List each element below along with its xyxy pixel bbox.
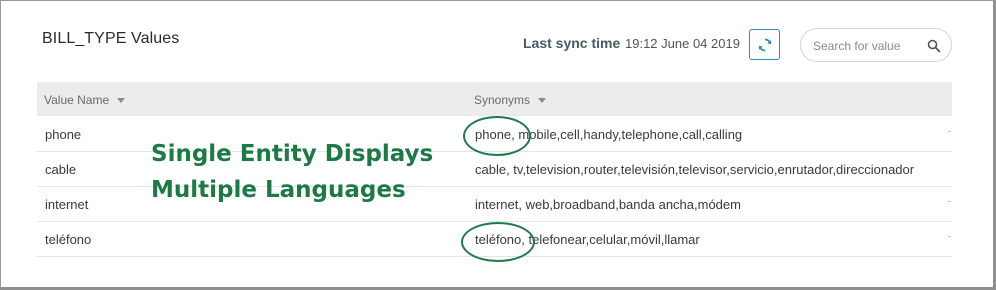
column-header-label: Synonyms: [474, 93, 531, 107]
value-name-cell: phone: [45, 127, 82, 142]
refresh-icon: [758, 38, 771, 51]
page-title: BILL_TYPE Values: [42, 30, 180, 47]
synonyms-cell: internet, web,broadband,banda ancha,móde…: [475, 197, 741, 212]
row-divider-mark: [948, 201, 951, 202]
column-header-value-name[interactable]: Value Name: [44, 93, 126, 107]
search-input[interactable]: [813, 37, 923, 55]
row-divider-mark: [948, 236, 951, 237]
sync-label: Last sync time: [523, 35, 621, 51]
value-name-cell: cable: [45, 162, 77, 177]
annotation-line: Single Entity Displays: [151, 141, 434, 167]
sort-caret-icon[interactable]: [538, 98, 547, 103]
annotation-line: Multiple Languages: [151, 177, 406, 203]
refresh-button[interactable]: [749, 29, 780, 60]
annotation-callout: Single Entity Displays Multiple Language…: [151, 136, 433, 208]
column-header-synonyms[interactable]: Synonyms: [474, 93, 547, 107]
highlight-circle: [461, 222, 535, 262]
row-divider-mark: [948, 131, 951, 132]
synonyms-cell: cable, tv,television,router,televisión,t…: [475, 162, 915, 177]
sync-time: 19:12 June 04 2019: [625, 36, 740, 51]
search-box[interactable]: [800, 28, 952, 62]
column-header-label: Value Name: [44, 93, 110, 107]
value-name-cell: teléfono: [45, 232, 92, 247]
table-header: Value Name Synonyms: [37, 82, 952, 116]
sort-caret-icon[interactable]: [117, 98, 126, 103]
search-icon[interactable]: [927, 39, 941, 53]
value-name-cell: internet: [45, 197, 89, 212]
highlight-circle: [463, 116, 531, 156]
